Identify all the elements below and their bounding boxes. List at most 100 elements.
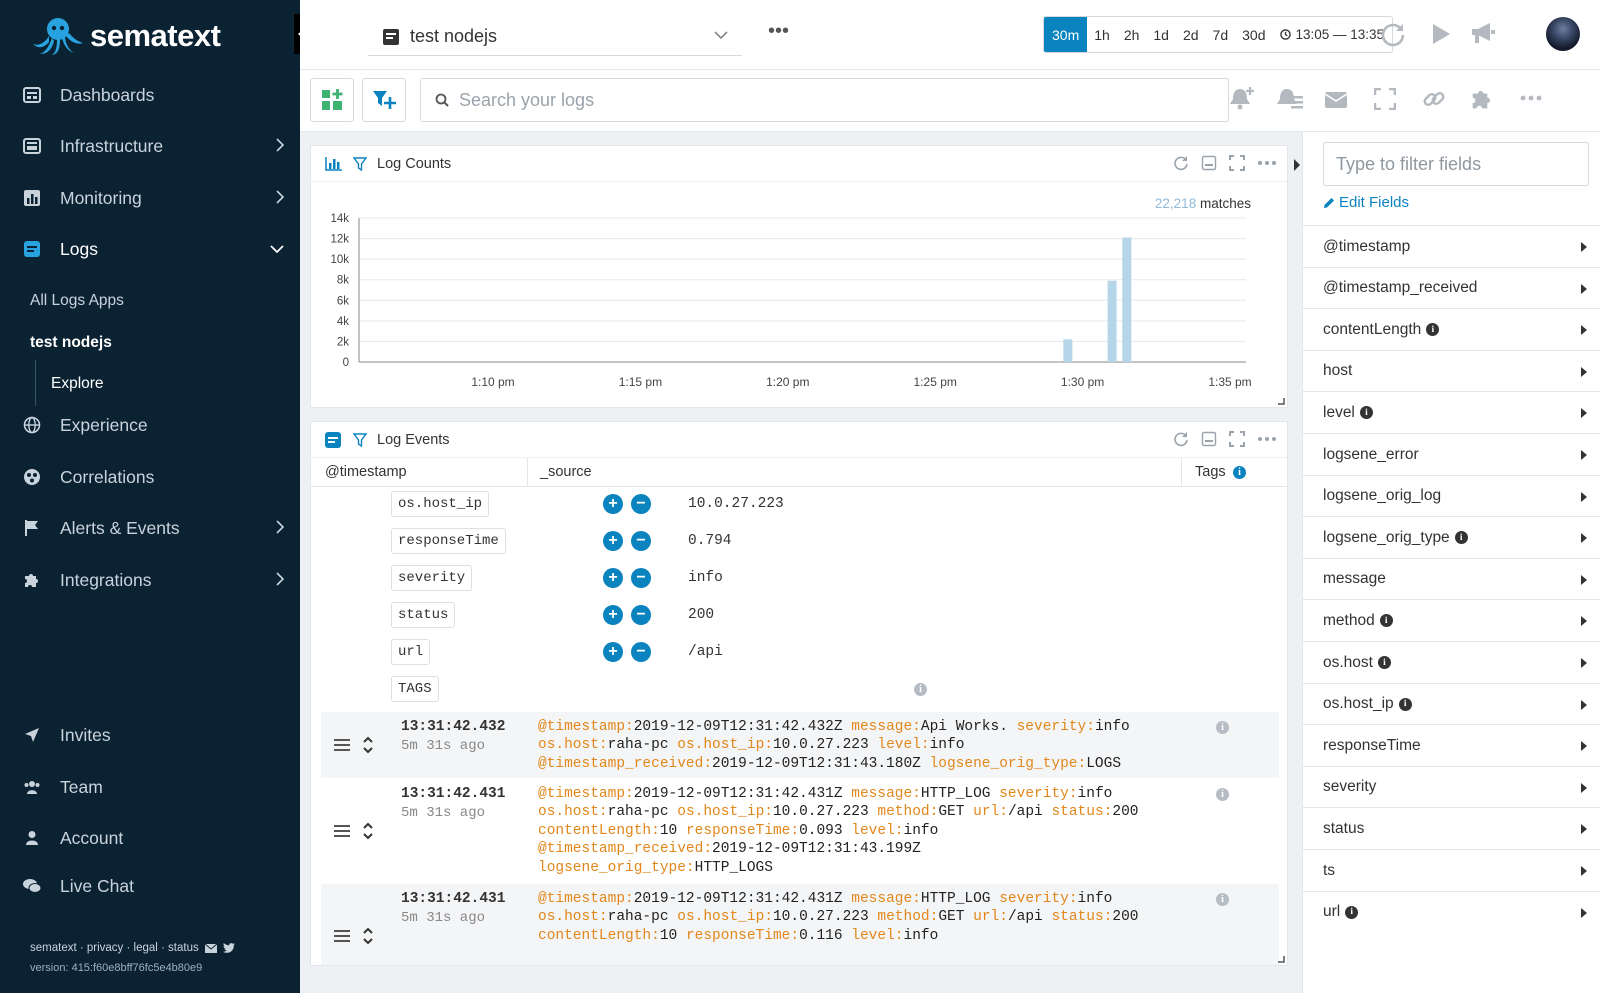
source-key[interactable]: level: — [851, 823, 903, 839]
drag-handle-icon[interactable] — [334, 739, 350, 751]
time-btn-2h[interactable]: 2h — [1117, 17, 1147, 52]
source-value[interactable]: raha-pc — [608, 909, 678, 925]
add-filter-button[interactable] — [362, 78, 406, 122]
source-key[interactable]: method: — [877, 804, 938, 820]
refresh-icon[interactable] — [1173, 431, 1189, 447]
share-link-icon[interactable] — [1422, 87, 1446, 111]
include-plus-icon[interactable]: + — [603, 605, 623, 625]
sidebar-item-logs[interactable]: Logs — [0, 227, 300, 271]
source-value[interactable]: GET — [938, 804, 973, 820]
source-value[interactable]: info — [1078, 891, 1113, 907]
field-item[interactable]: os.host i — [1303, 641, 1600, 683]
info-icon[interactable]: i — [1426, 323, 1440, 337]
sidebar-item-correlations[interactable]: Correlations — [0, 455, 300, 499]
source-value[interactable]: 200 — [1112, 804, 1138, 820]
sidebar-item-experience[interactable]: Experience — [0, 403, 300, 447]
sidebar-item-alerts-events[interactable]: Alerts & Events — [0, 506, 300, 550]
source-key[interactable]: level: — [851, 928, 903, 944]
field-item[interactable]: message — [1303, 557, 1600, 600]
source-value[interactable]: 2019-12-09T12:31:42.432Z — [634, 719, 852, 735]
info-icon[interactable]: i — [1345, 905, 1359, 919]
sidebar-item-team[interactable]: Team — [0, 765, 300, 809]
exclude-minus-icon[interactable]: − — [631, 494, 651, 514]
drag-handle-icon[interactable] — [334, 825, 350, 837]
source-key[interactable]: os.host: — [538, 909, 608, 925]
include-plus-icon[interactable]: + — [603, 531, 623, 551]
expand-icon[interactable] — [1229, 431, 1245, 447]
filter-icon[interactable] — [353, 432, 367, 447]
time-btn-7d[interactable]: 7d — [1206, 17, 1236, 52]
field-name-chip[interactable]: url — [391, 639, 431, 665]
source-key[interactable]: url: — [973, 909, 1008, 925]
source-value[interactable]: 10 — [660, 823, 686, 839]
expand-collapse-icon[interactable] — [363, 736, 373, 754]
sematext-logo[interactable]: sematext — [30, 14, 221, 58]
source-value[interactable]: info — [930, 737, 965, 753]
info-icon[interactable]: i — [1379, 614, 1393, 628]
minimize-icon[interactable] — [1201, 431, 1217, 447]
source-value[interactable]: info — [1095, 719, 1130, 735]
source-value[interactable]: HTTP_LOG — [921, 891, 999, 907]
custom-time-range[interactable]: 13:05 — 13:35 — [1272, 27, 1392, 42]
email-report-icon[interactable] — [1324, 90, 1348, 110]
source-key[interactable]: responseTime: — [686, 928, 799, 944]
user-avatar[interactable] — [1546, 17, 1580, 51]
field-name-chip[interactable]: status — [391, 602, 456, 628]
add-widget-button[interactable] — [310, 78, 354, 122]
expand-icon[interactable] — [1229, 155, 1245, 171]
field-item[interactable]: responseTime — [1303, 724, 1600, 766]
source-value[interactable]: 0.093 — [799, 823, 851, 839]
collapse-fields-panel-icon[interactable] — [1292, 158, 1302, 172]
announcement-icon[interactable] — [1470, 21, 1496, 45]
sidebar-item-monitoring[interactable]: Monitoring — [0, 176, 300, 220]
field-name-chip[interactable]: severity — [391, 565, 473, 591]
field-item[interactable]: os.host_ip i — [1303, 682, 1600, 725]
source-value[interactable]: info — [904, 928, 939, 944]
info-icon[interactable]: i — [1377, 656, 1391, 669]
source-value[interactable]: info — [904, 823, 939, 839]
footer-links[interactable]: sematext · privacy · legal · status — [30, 942, 235, 954]
include-plus-icon[interactable]: + — [603, 494, 623, 514]
source-value[interactable]: 0.116 — [799, 928, 851, 944]
info-icon[interactable]: i — [1454, 531, 1468, 545]
source-key[interactable]: os.host_ip: — [677, 804, 773, 820]
field-item[interactable]: url i — [1303, 890, 1600, 933]
source-key[interactable]: contentLength: — [538, 928, 660, 944]
field-item[interactable]: status — [1303, 807, 1600, 849]
log-event-row[interactable]: 13:31:42.432 5m 31s ago @timestamp:2019-… — [321, 712, 1279, 778]
source-key[interactable]: contentLength: — [538, 823, 660, 839]
field-item[interactable]: @timestamp_received — [1303, 266, 1600, 309]
integrations-puzzle-icon[interactable] — [1470, 87, 1494, 111]
exclude-minus-icon[interactable]: − — [631, 531, 651, 551]
tags-info-icon[interactable]: i — [914, 683, 927, 696]
source-value[interactable]: 10.0.27.223 — [773, 909, 877, 925]
field-item[interactable]: contentLength i — [1303, 308, 1600, 350]
log-counts-chart[interactable]: 0 2k 4k 6k 8k 10k 12k 14k 1:10 pm 1:15 pm 1:20 pm 1… — [311, 182, 1287, 407]
play-icon[interactable] — [1431, 23, 1451, 45]
refresh-icon[interactable] — [1380, 20, 1406, 48]
event-info-icon[interactable]: i — [1216, 788, 1229, 801]
field-item[interactable]: @timestamp — [1303, 225, 1600, 267]
include-plus-icon[interactable]: + — [603, 642, 623, 662]
source-key[interactable]: @timestamp_received: — [538, 756, 712, 772]
source-value[interactable]: HTTP_LOG — [921, 786, 999, 802]
field-item[interactable]: logsene_orig_type i — [1303, 516, 1600, 558]
field-name-chip[interactable]: os.host_ip — [391, 491, 490, 517]
resize-handle-icon[interactable] — [1277, 397, 1285, 405]
minimize-icon[interactable] — [1201, 155, 1217, 171]
column-header-timestamp[interactable]: @timestamp — [325, 464, 407, 480]
field-item[interactable]: level i — [1303, 391, 1600, 433]
info-icon[interactable]: i — [1359, 406, 1373, 420]
source-value[interactable]: 2019-12-09T12:31:43.180Z — [712, 756, 930, 772]
source-value[interactable]: 2019-12-09T12:31:42.431Z — [634, 786, 852, 802]
source-key[interactable]: os.host_ip: — [677, 737, 773, 753]
expand-collapse-icon[interactable] — [363, 822, 373, 840]
source-key[interactable]: status: — [1051, 804, 1112, 820]
column-header-tags[interactable]: Tags — [1195, 464, 1226, 480]
source-value[interactable]: /api — [1008, 804, 1052, 820]
source-value[interactable]: Api Works. — [921, 719, 1017, 735]
field-name-chip[interactable]: responseTime — [391, 528, 506, 554]
tags-info-icon[interactable]: i — [1233, 466, 1246, 479]
source-key[interactable]: responseTime: — [686, 823, 799, 839]
source-value[interactable]: 10.0.27.223 — [773, 737, 877, 753]
